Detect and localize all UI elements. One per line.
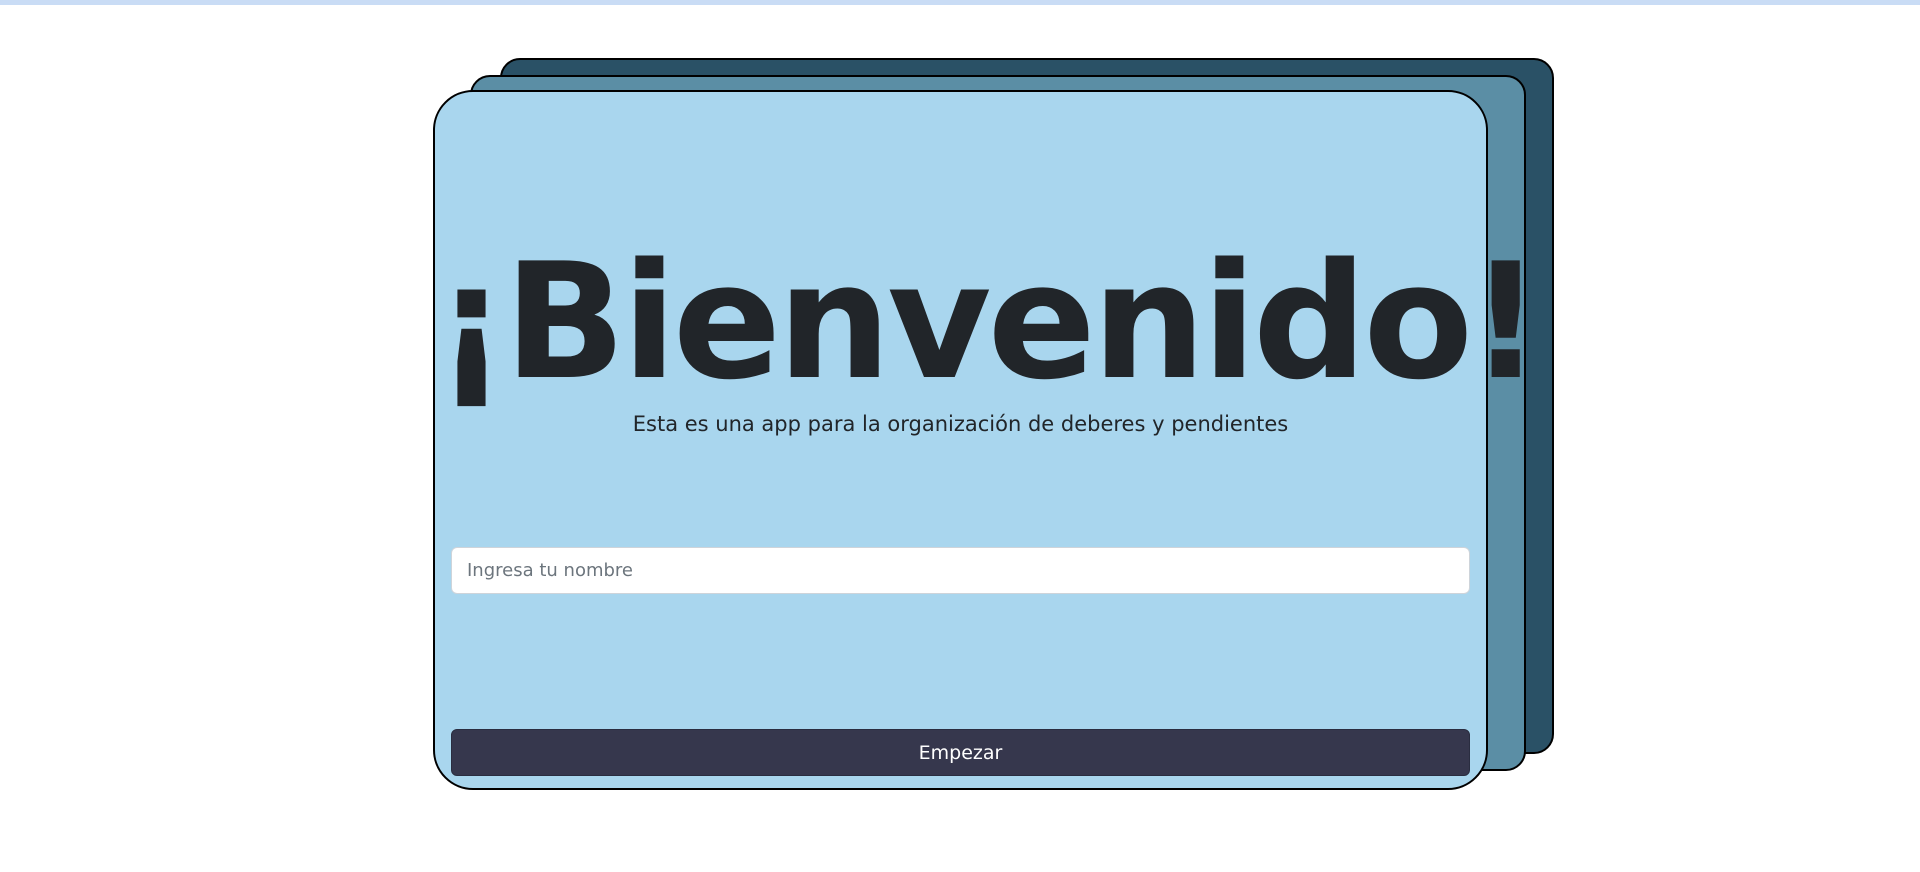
welcome-subtitle: Esta es una app para la organización de … <box>632 412 1289 436</box>
welcome-title: ¡Bienvenido! <box>435 228 1542 415</box>
start-button[interactable]: Empezar <box>451 729 1470 776</box>
top-strip <box>0 0 1920 5</box>
welcome-card: ¡Bienvenido! Esta es una app para la org… <box>433 90 1542 790</box>
name-input[interactable] <box>451 547 1470 594</box>
